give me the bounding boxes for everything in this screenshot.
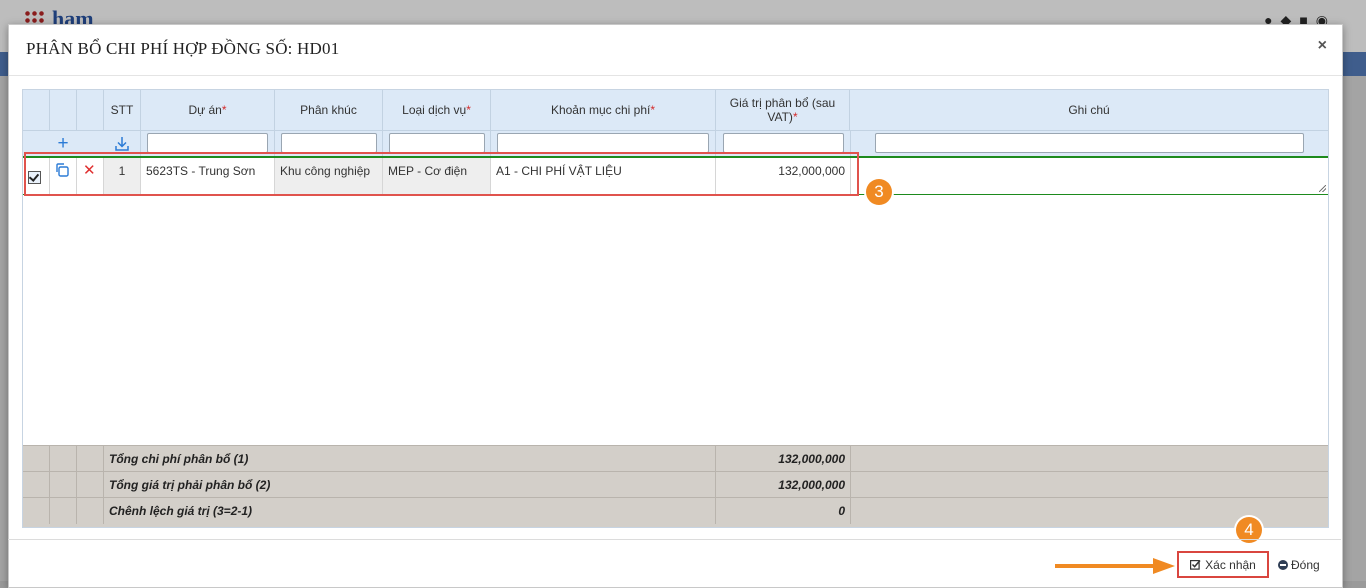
header-copy (50, 90, 77, 130)
filter-ghi-chu (851, 130, 1327, 156)
header-gia-tri-label: Giá trị phân bổ (sau VAT) (729, 96, 836, 124)
total-label: Chênh lệch giá trị (3=2-1) (104, 498, 716, 524)
totals-spacer (77, 446, 104, 472)
required-mark: * (466, 103, 471, 117)
close-label: Đóng (1291, 558, 1320, 572)
note-textarea[interactable] (857, 162, 1322, 190)
filter-khoan-muc-input[interactable] (497, 133, 709, 153)
filter-phan-khuc-input[interactable] (280, 133, 377, 153)
header-phan-khuc[interactable]: Phân khúc (275, 90, 383, 130)
total-value: 0 (716, 498, 851, 524)
totals-row: Tổng giá trị phải phân bổ (2) 132,000,00… (23, 471, 1328, 498)
totals-spacer (50, 472, 77, 498)
required-mark: * (792, 110, 798, 124)
check-square-icon (1190, 560, 1201, 570)
header-du-an-label: Dự án (188, 103, 222, 117)
highlight-box-row (24, 152, 859, 196)
row-ghi-chu (851, 158, 1328, 194)
totals-row: Tổng chi phí phân bổ (1) 132,000,000 (23, 445, 1328, 472)
header-delete (77, 90, 104, 130)
header-khoan-muc[interactable]: Khoản mục chi phí * (491, 90, 716, 130)
totals-spacer (23, 446, 50, 472)
download-icon[interactable] (115, 136, 129, 151)
filter-loai-dich-vu-input[interactable] (388, 133, 485, 153)
add-row-icon[interactable]: + (57, 134, 68, 153)
close-button[interactable]: Đóng (1278, 556, 1320, 574)
header-select (23, 90, 50, 130)
close-icon[interactable]: × (1318, 37, 1327, 55)
header-loai-dich-vu-label: Loại dịch vụ (402, 103, 467, 117)
totals-spacer (50, 446, 77, 472)
header-gia-tri[interactable]: Giá trị phân bổ (sau VAT)* (716, 90, 850, 130)
allocation-modal: PHÂN BỔ CHI PHÍ HỢP ĐỒNG SỐ: HD01 × STT … (8, 24, 1343, 588)
arrow-icon (1055, 558, 1175, 574)
confirm-label: Xác nhận (1205, 557, 1256, 572)
total-value: 132,000,000 (716, 446, 851, 472)
total-value: 132,000,000 (716, 472, 851, 498)
total-label: Tổng chi phí phân bổ (1) (104, 446, 716, 472)
totals-row: Chênh lệch giá trị (3=2-1) 0 (23, 497, 1328, 524)
header-stt[interactable]: STT (104, 90, 141, 130)
totals-spacer (77, 472, 104, 498)
header-du-an[interactable]: Dự án * (141, 90, 275, 130)
modal-footer-divider (8, 539, 1341, 540)
totals-spacer (23, 472, 50, 498)
resize-handle-icon[interactable] (1319, 185, 1326, 192)
header-ghi-chu[interactable]: Ghi chú (851, 90, 1327, 130)
grid-totals: Tổng chi phí phân bổ (1) 132,000,000 Tổn… (23, 445, 1328, 527)
totals-spacer (50, 498, 77, 524)
totals-spacer (23, 498, 50, 524)
header-loai-dich-vu[interactable]: Loại dịch vụ * (383, 90, 491, 130)
total-label: Tổng giá trị phải phân bổ (2) (104, 472, 716, 498)
grid-header: STT Dự án * Phân khúc Loại dịch vụ * Khoản… (23, 90, 1328, 157)
filter-du-an-input[interactable] (147, 133, 268, 153)
required-mark: * (650, 103, 656, 117)
minus-circle-icon (1278, 560, 1288, 570)
modal-title: PHÂN BỔ CHI PHÍ HỢP ĐỒNG SỐ: HD01 (26, 39, 340, 58)
step-badge-3: 3 (866, 179, 892, 205)
header-khoan-muc-label: Khoản mục chi phí (550, 103, 651, 117)
required-mark: * (221, 103, 227, 117)
filter-gia-tri-input[interactable] (722, 133, 844, 153)
filter-ghi-chu-input[interactable] (874, 133, 1304, 153)
totals-spacer (77, 498, 104, 524)
modal-header-divider (9, 75, 1342, 76)
confirm-button[interactable]: Xác nhận (1177, 551, 1269, 578)
